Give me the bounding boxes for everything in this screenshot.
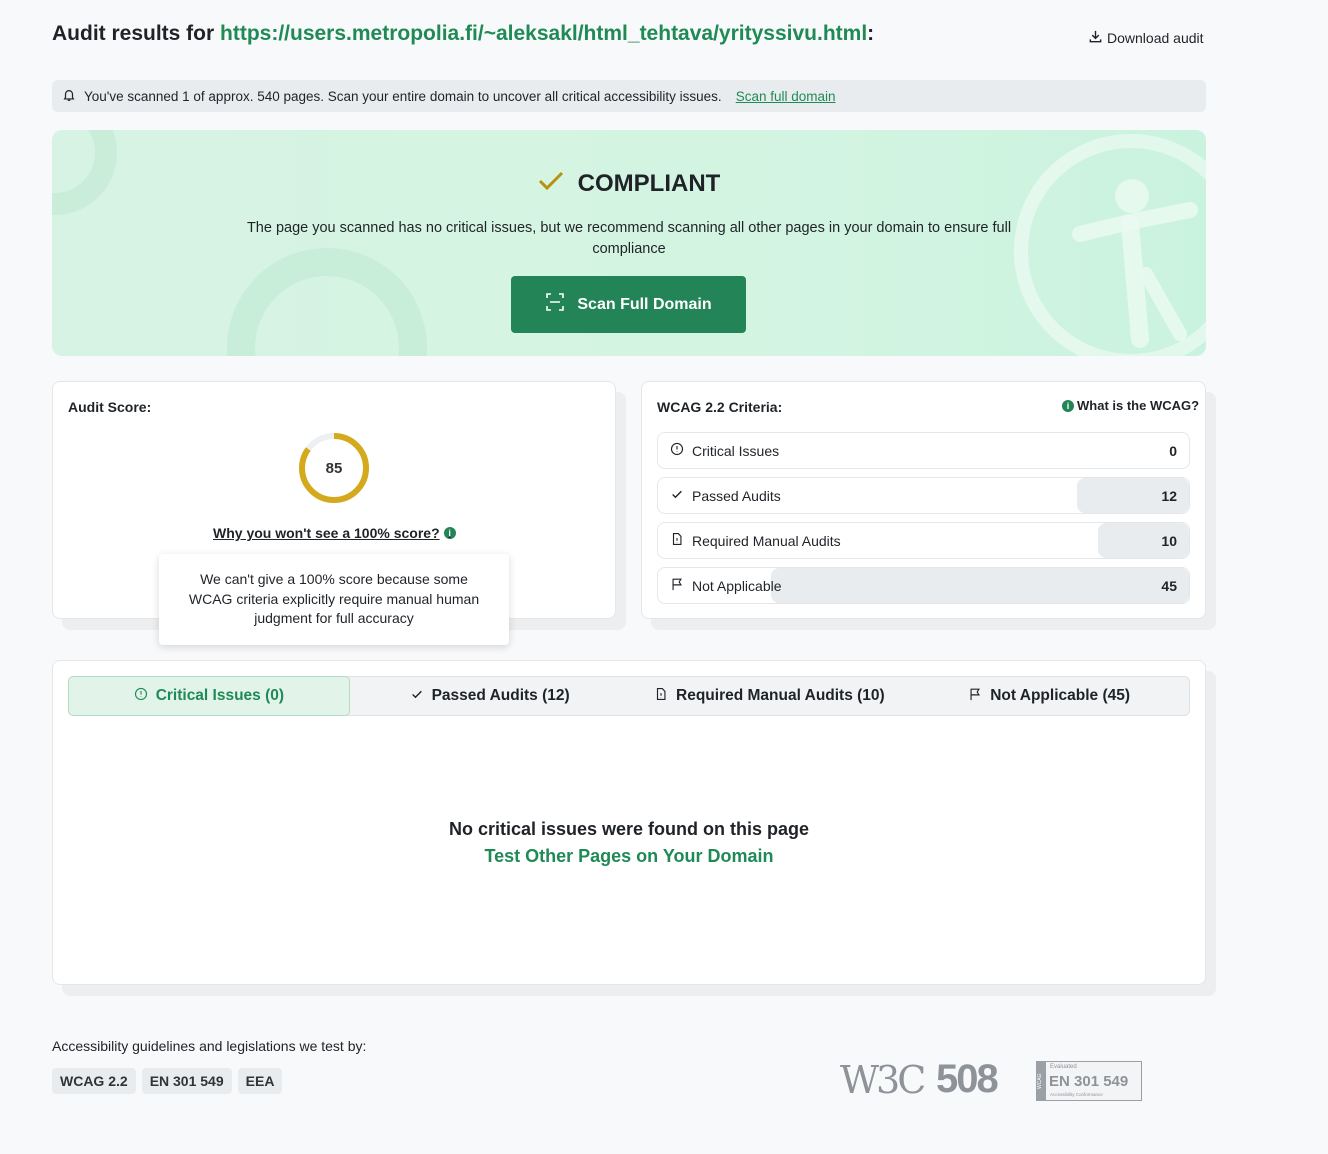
alert-circle-icon [134,687,148,706]
compliance-status: COMPLIANT [52,170,1206,198]
criteria-label: Passed Audits [692,487,781,504]
download-icon [1088,29,1103,47]
document-icon [670,532,684,549]
tab-not-applicable[interactable]: Not Applicable (45) [909,677,1189,715]
info-icon: i [443,527,456,539]
tab-label: Not Applicable (45) [990,687,1131,704]
criteria-bar [771,568,1189,603]
scan-notice: You've scanned 1 of approx. 540 pages. S… [52,80,1206,112]
audited-url[interactable]: https://users.metropolia.fi/~aleksakl/ht… [220,22,867,45]
results-tabs: Critical Issues (0) Passed Audits (12) R… [68,676,1190,716]
scan-full-domain-link[interactable]: Scan full domain [736,89,836,104]
score-tooltip: We can't give a 100% score because some … [159,554,509,645]
tab-label: Passed Audits (12) [431,687,570,704]
audit-score-label: Audit Score: [68,399,152,415]
banner-description: The page you scanned has no critical iss… [246,220,1012,257]
en-logo-sub: Accessibility Conformance [1050,1092,1103,1097]
bell-icon [62,88,76,105]
check-icon [670,487,684,504]
tab-label: Required Manual Audits (10) [676,687,885,704]
criteria-count: 10 [1161,532,1177,549]
tab-label: Critical Issues (0) [155,687,285,704]
check-icon [410,687,424,706]
page-title: Audit results for https://users.metropol… [52,22,874,46]
en-logo-side: WCAG [1037,1062,1046,1100]
criteria-label: Not Applicable [692,577,782,594]
what-is-wcag-link[interactable]: i What is the WCAG? [1062,398,1199,413]
criteria-label: Required Manual Audits [692,532,841,549]
wcag-criteria-label: WCAG 2.2 Criteria: [657,399,783,415]
why-not-100-link[interactable]: Why you won't see a 100% score? i [213,525,456,541]
compliance-banner: COMPLIANT The page you scanned has no cr… [52,130,1206,356]
wcag-link-label: What is the WCAG? [1077,398,1200,413]
badge-en301549: EN 301 549 [141,1068,232,1094]
en-logo-main: EN 301 549 [1049,1073,1129,1090]
test-other-pages-link[interactable]: Test Other Pages on Your Domain [53,846,1205,867]
criteria-count: 0 [1169,442,1177,459]
accessibility-person-icon [1072,179,1198,348]
scan-icon [545,292,565,317]
why-link-label: Why you won't see a 100% score? [213,525,440,541]
criteria-row-critical[interactable]: Critical Issues 0 [657,432,1190,469]
title-prefix: Audit results for [52,22,221,45]
badge-eea: EEA [237,1068,283,1094]
info-icon: i [1062,399,1074,412]
criteria-count: 45 [1161,577,1177,594]
title-suffix: : [867,22,875,45]
tab-required-manual-audits[interactable]: Required Manual Audits (10) [630,677,910,715]
flag-icon [670,577,684,594]
criteria-row-manual[interactable]: Required Manual Audits 10 [657,522,1190,559]
checkmark-icon [538,170,564,198]
score-value: 85 [325,459,343,477]
download-audit-button[interactable]: Download audit [1088,29,1204,47]
criteria-row-passed[interactable]: Passed Audits 12 [657,477,1190,514]
en301549-logo: WCAG Evaluated EN 301 549 Accessibility … [1036,1061,1142,1101]
notice-text: You've scanned 1 of approx. 540 pages. S… [84,88,722,104]
criteria-label: Critical Issues [692,442,780,459]
scan-button-label: Scan Full Domain [577,295,712,313]
download-label: Download audit [1107,30,1204,46]
w3c-logo: W3C [840,1058,926,1102]
decorative-circle [227,248,427,356]
scan-full-domain-button[interactable]: Scan Full Domain [511,276,746,333]
badge-wcag: WCAG 2.2 [52,1068,136,1094]
section-508-logo: 508 [936,1057,999,1101]
criteria-count: 12 [1161,487,1177,504]
guideline-badges: WCAG 2.2 EN 301 549 EEA [52,1068,283,1094]
criteria-row-not-applicable[interactable]: Not Applicable 45 [657,567,1190,604]
empty-state-title: No critical issues were found on this pa… [448,819,810,839]
tab-passed-audits[interactable]: Passed Audits (12) [350,677,630,715]
document-icon [654,687,668,706]
flag-icon [968,687,982,706]
guidelines-label: Accessibility guidelines and legislation… [52,1038,367,1054]
tab-critical-issues[interactable]: Critical Issues (0) [68,676,350,716]
en-logo-small: Evaluated [1050,1064,1077,1070]
alert-circle-icon [670,442,684,459]
status-label: COMPLIANT [577,170,721,197]
